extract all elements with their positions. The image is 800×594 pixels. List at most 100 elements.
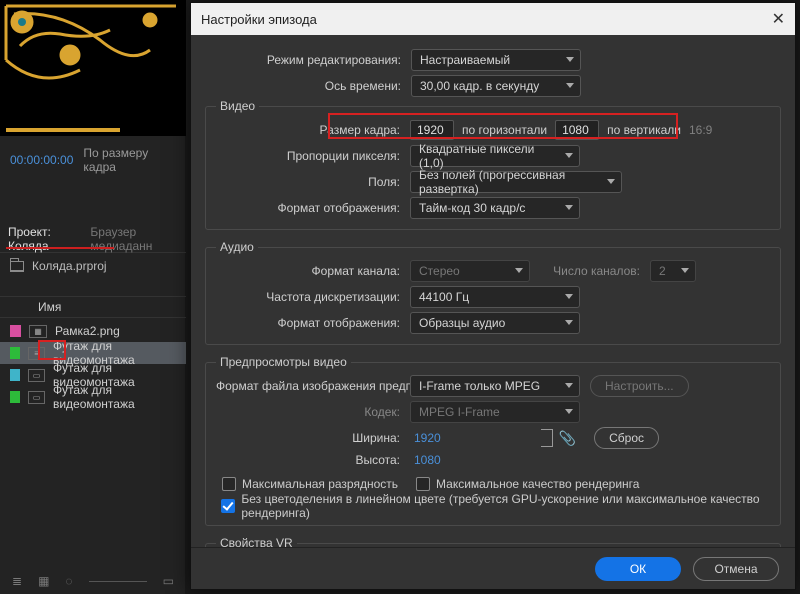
chevron-down-icon bbox=[565, 320, 573, 325]
sample-rate-label: Частота дискретизации: bbox=[216, 290, 410, 304]
preview-file-format-select[interactable]: I-Frame только MPEG bbox=[410, 375, 580, 397]
audio-display-format-label: Формат отображения: bbox=[216, 316, 410, 330]
chevron-down-icon bbox=[565, 205, 573, 210]
col-name-header[interactable]: Имя bbox=[38, 300, 61, 314]
timebase-label: Ось времени: bbox=[205, 79, 411, 93]
linear-color-checkbox[interactable] bbox=[221, 499, 235, 513]
horizontal-label: по горизонтали bbox=[454, 123, 555, 137]
chevron-down-icon bbox=[565, 409, 573, 414]
clip-thumb-icon: ▦ bbox=[29, 325, 47, 338]
channel-format-select: Стерео bbox=[410, 260, 530, 282]
linear-color-label: Без цветоделения в линейном цвете (требу… bbox=[241, 492, 770, 520]
chevron-down-icon bbox=[565, 153, 573, 158]
audio-display-format-select[interactable]: Образцы аудио bbox=[410, 312, 580, 334]
max-render-quality-label: Максимальное качество рендеринга bbox=[436, 477, 639, 491]
sequence-settings-dialog: Настройки эпизода ✕ Режим редактирования… bbox=[190, 2, 796, 590]
fields-select[interactable]: Без полей (прогрессивная развертка) bbox=[410, 171, 622, 193]
max-bit-depth-label: Максимальная разрядность bbox=[242, 477, 398, 491]
aspect-ratio-value: 16:9 bbox=[689, 123, 712, 137]
channel-format-value: Стерео bbox=[419, 264, 460, 278]
audio-legend: Аудио bbox=[216, 240, 258, 254]
vr-fieldset: Свойства VR Проекция: Нет Разметка: Моно… bbox=[205, 536, 781, 547]
preview-width-label: Ширина: bbox=[216, 431, 410, 445]
sequence-thumb-icon: ≡ bbox=[28, 347, 45, 360]
pixel-aspect-select[interactable]: Квадратные пиксели (1,0) bbox=[410, 145, 580, 167]
channel-count-select: 2 bbox=[650, 260, 696, 282]
codec-label: Кодек: bbox=[216, 405, 410, 419]
chevron-down-icon bbox=[566, 83, 574, 88]
chevron-down-icon bbox=[515, 268, 523, 273]
list-view-icon[interactable]: ≣ bbox=[12, 574, 22, 588]
preview-height-value[interactable]: 1080 bbox=[410, 453, 441, 467]
vr-legend: Свойства VR bbox=[216, 536, 297, 547]
project-file-row: Коляда.prproj bbox=[0, 254, 186, 278]
preview-legend: Предпросмотры видео bbox=[216, 355, 351, 369]
dialog-titlebar[interactable]: Настройки эпизода ✕ bbox=[191, 3, 795, 35]
video-display-format-label: Формат отображения: bbox=[216, 201, 410, 215]
reset-button[interactable]: Сброс bbox=[594, 427, 659, 449]
channel-count-label: Число каналов: bbox=[530, 264, 650, 278]
pixel-aspect-label: Пропорции пикселя: bbox=[216, 149, 410, 163]
zoom-slider[interactable] bbox=[89, 581, 147, 582]
label-swatch[interactable] bbox=[10, 391, 20, 403]
program-monitor-preview bbox=[0, 0, 186, 136]
project-table-header: Имя bbox=[0, 296, 186, 318]
video-display-format-select[interactable]: Тайм-код 30 кадр/с bbox=[410, 197, 580, 219]
codec-select: MPEG I-Frame bbox=[410, 401, 580, 423]
video-legend: Видео bbox=[216, 99, 259, 113]
cancel-button[interactable]: Отмена bbox=[693, 557, 779, 581]
chevron-down-icon bbox=[565, 383, 573, 388]
project-bin-icon bbox=[10, 261, 24, 272]
edit-mode-select[interactable]: Настраиваемый bbox=[411, 49, 581, 71]
attachment-icon[interactable]: 📎 bbox=[559, 430, 576, 447]
chevron-down-icon bbox=[566, 57, 574, 62]
close-icon[interactable]: ✕ bbox=[772, 9, 785, 29]
frame-size-label: Размер кадра: bbox=[216, 123, 410, 137]
clip-thumb-icon: ▭ bbox=[28, 391, 45, 404]
frame-height-input[interactable]: 1080 bbox=[555, 120, 599, 140]
fields-label: Поля: bbox=[216, 175, 410, 189]
pixel-aspect-value: Квадратные пиксели (1,0) bbox=[419, 142, 559, 170]
project-file-name: Коляда.prproj bbox=[32, 259, 107, 273]
link-dimensions-icon[interactable] bbox=[541, 429, 553, 447]
label-swatch[interactable] bbox=[10, 325, 21, 337]
timebase-select[interactable]: 30,00 кадр. в секунду bbox=[411, 75, 581, 97]
channel-format-label: Формат канала: bbox=[216, 264, 410, 278]
project-item-row[interactable]: ▭ Футаж для видеомонтажа bbox=[0, 386, 186, 408]
icon-view-icon[interactable]: ▦ bbox=[38, 574, 49, 588]
video-fieldset: Видео Размер кадра: 1920 по горизонтали … bbox=[205, 99, 781, 230]
timecode-value[interactable]: 00:00:00:00 bbox=[10, 153, 73, 167]
label-swatch[interactable] bbox=[10, 347, 20, 359]
sample-rate-select[interactable]: 44100 Гц bbox=[410, 286, 580, 308]
edit-mode-label: Режим редактирования: bbox=[205, 53, 411, 67]
timecode-row: 00:00:00:00 По размеру кадра bbox=[0, 146, 186, 174]
max-bit-depth-checkbox[interactable] bbox=[222, 477, 236, 491]
chevron-down-icon bbox=[681, 268, 689, 273]
preview-height-label: Высота: bbox=[216, 453, 410, 467]
audio-fieldset: Аудио Формат канала: Стерео Число канало… bbox=[205, 240, 781, 345]
project-bottom-toolbar: ≣ ▦ ◌ ▭ bbox=[0, 568, 186, 594]
preview-file-format-value: I-Frame только MPEG bbox=[419, 379, 540, 393]
audio-display-format-value: Образцы аудио bbox=[419, 316, 505, 330]
chevron-down-icon bbox=[565, 294, 573, 299]
tab-underline-highlight bbox=[6, 247, 114, 249]
label-swatch[interactable] bbox=[10, 369, 20, 381]
max-render-quality-checkbox[interactable] bbox=[416, 477, 430, 491]
new-bin-icon[interactable]: ▭ bbox=[163, 574, 174, 588]
configure-button: Настроить... bbox=[590, 375, 689, 397]
zoom-fit-label[interactable]: По размеру кадра bbox=[83, 146, 176, 174]
fields-value: Без полей (прогрессивная развертка) bbox=[419, 168, 601, 196]
preview-width-value[interactable]: 1920 bbox=[410, 431, 441, 445]
freeform-view-icon[interactable]: ◌ bbox=[65, 574, 72, 588]
preview-file-format-label: Формат файла изображения предпросмотра: bbox=[216, 379, 410, 393]
video-display-format-value: Тайм-код 30 кадр/с bbox=[419, 201, 525, 215]
ok-button[interactable]: ОК bbox=[595, 557, 681, 581]
app-background: 00:00:00:00 По размеру кадра Проект: Кол… bbox=[0, 0, 185, 594]
dialog-title: Настройки эпизода bbox=[201, 12, 317, 27]
frame-width-input[interactable]: 1920 bbox=[410, 120, 454, 140]
dialog-body: Режим редактирования: Настраиваемый Ось … bbox=[191, 35, 795, 547]
chevron-down-icon bbox=[607, 179, 615, 184]
preview-ornament-image bbox=[0, 0, 186, 136]
clip-name: Футаж для видеомонтажа bbox=[53, 383, 186, 411]
sample-rate-value: 44100 Гц bbox=[419, 290, 469, 304]
